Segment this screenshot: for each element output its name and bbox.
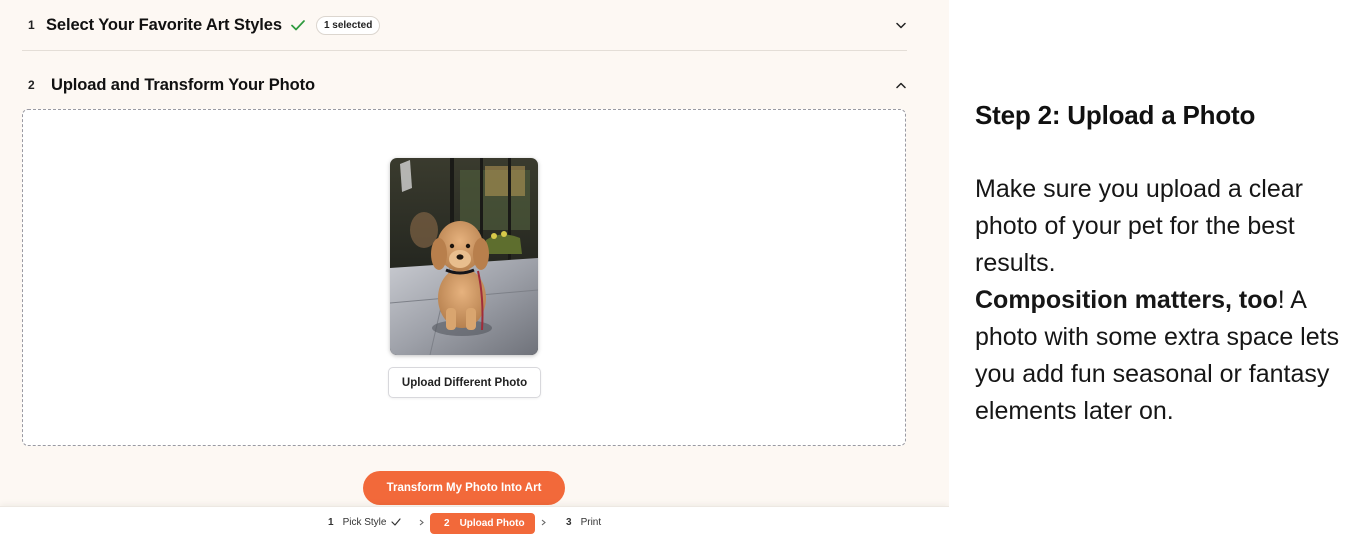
instructions-body: Make sure you upload a clear photo of yo… (975, 171, 1365, 430)
check-icon (391, 518, 402, 526)
chevron-down-icon[interactable] (895, 19, 907, 31)
progress-step-label: Print (580, 516, 602, 528)
transform-photo-button[interactable]: Transform My Photo Into Art (363, 471, 565, 505)
photo-upload-dropzone[interactable]: Upload Different Photo (22, 109, 906, 446)
uploaded-pet-photo (390, 158, 538, 355)
progress-stepper: 1 Pick Style 2 Upload Photo 3 Print (0, 506, 949, 536)
step2-title: Upload and Transform Your Photo (51, 75, 315, 94)
progress-step-number: 3 (566, 516, 572, 528)
upload-different-photo-button[interactable]: Upload Different Photo (388, 367, 541, 398)
step1-title: Select Your Favorite Art Styles (46, 15, 282, 34)
progress-step-number: 1 (328, 516, 334, 528)
step2-number: 2 (28, 78, 35, 92)
step2-header[interactable]: 2 Upload and Transform Your Photo (22, 70, 907, 100)
chevron-up-icon[interactable] (895, 79, 907, 91)
instructions-panel: Step 2: Upload a Photo Make sure you upl… (975, 100, 1365, 430)
instructions-title: Step 2: Upload a Photo (975, 100, 1256, 130)
step1-number: 1 (28, 18, 35, 32)
progress-step-print[interactable]: 3 Print (566, 507, 601, 536)
chevron-right-icon (419, 507, 424, 536)
selected-count-badge: 1 selected (315, 15, 381, 35)
instructions-emphasis: Composition matters, too (975, 286, 1278, 314)
progress-step-label: Pick Style (342, 516, 387, 528)
progress-step-label: Upload Photo (459, 518, 525, 529)
progress-step-number: 2 (444, 518, 450, 529)
step1-header[interactable]: 1 Select Your Favorite Art Styles 1 sele… (22, 0, 907, 51)
progress-step-pick-style[interactable]: 1 Pick Style (328, 507, 402, 536)
art-order-panel: 1 Select Your Favorite Art Styles 1 sele… (0, 0, 949, 536)
check-icon (291, 18, 307, 32)
instructions-paragraph: Make sure you upload a clear photo of yo… (975, 175, 1303, 277)
progress-step-upload-photo[interactable]: 2 Upload Photo (430, 513, 535, 534)
chevron-right-icon (541, 507, 546, 536)
